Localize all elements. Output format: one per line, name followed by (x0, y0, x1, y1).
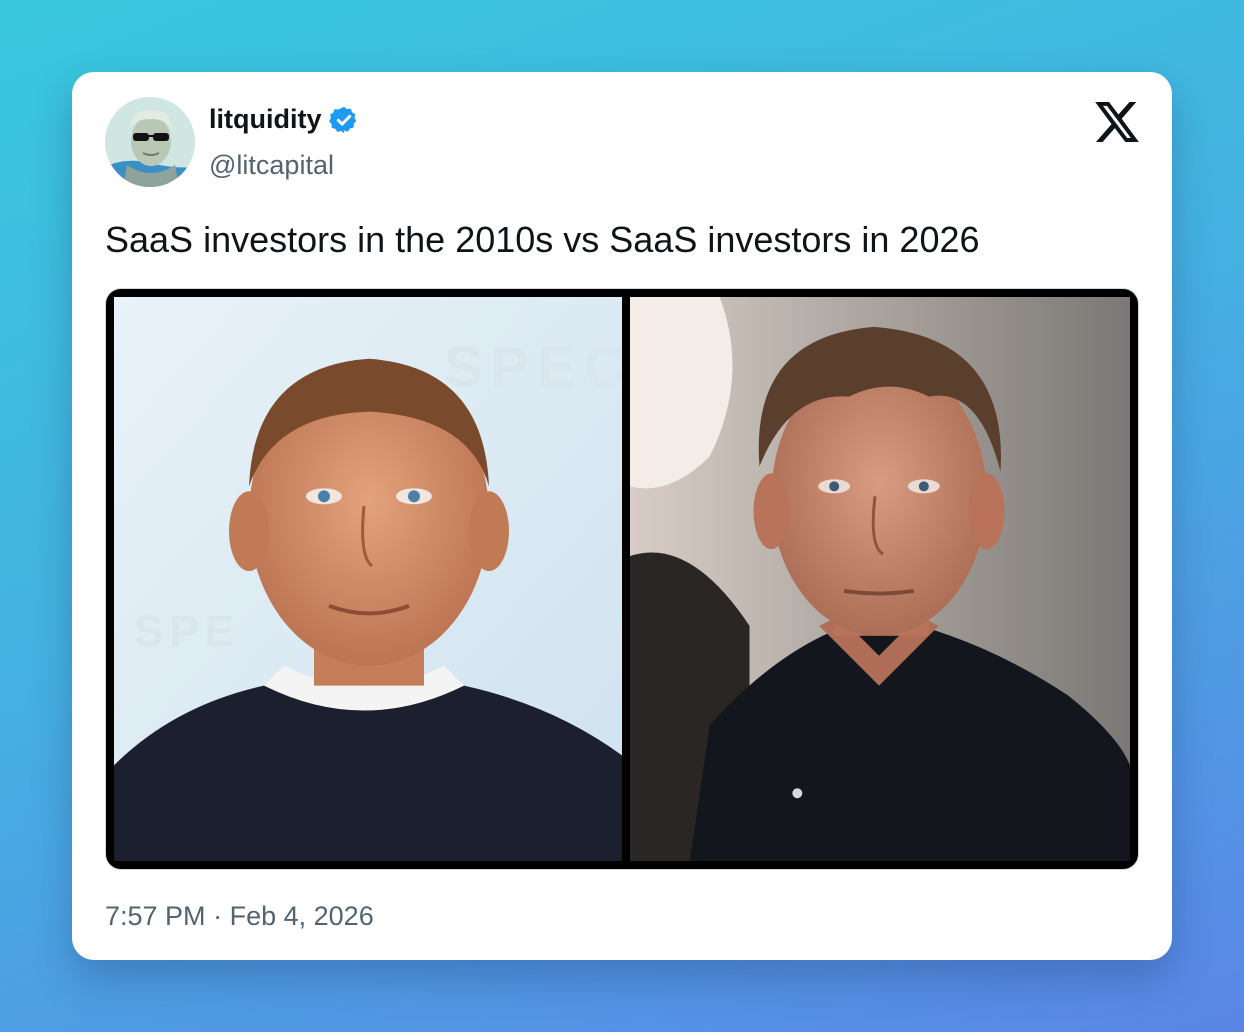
author-handle[interactable]: @litcapital (209, 150, 334, 181)
portrait-right-image (630, 297, 1130, 861)
tweet-timestamp[interactable]: 7:57 PM · Feb 4, 2026 (105, 901, 374, 932)
tweet-time: 7:57 PM (105, 901, 206, 931)
verified-badge-icon (329, 106, 357, 133)
x-logo-icon[interactable] (1095, 102, 1139, 142)
avatar-icon (105, 97, 195, 187)
media-photo-right (630, 297, 1130, 861)
tweet-media[interactable]: SPECTRE SPE (105, 288, 1139, 870)
author-display-name[interactable]: litquidity (209, 104, 321, 135)
backdrop-text-upper: SPECTRE (444, 336, 622, 400)
avatar[interactable] (105, 97, 195, 187)
tweet-date: Feb 4, 2026 (229, 901, 374, 931)
tweet-card: litquidity @litcapital SaaS investors in… (72, 72, 1172, 960)
author-name-row: litquidity (209, 104, 359, 135)
timestamp-separator: · (213, 901, 223, 931)
portrait-left-image: SPECTRE SPE (114, 297, 622, 861)
media-photo-left: SPECTRE SPE (114, 297, 622, 861)
tweet-text: SaaS investors in the 2010s vs SaaS inve… (105, 219, 980, 260)
backdrop-text-lower: SPE (134, 607, 240, 656)
